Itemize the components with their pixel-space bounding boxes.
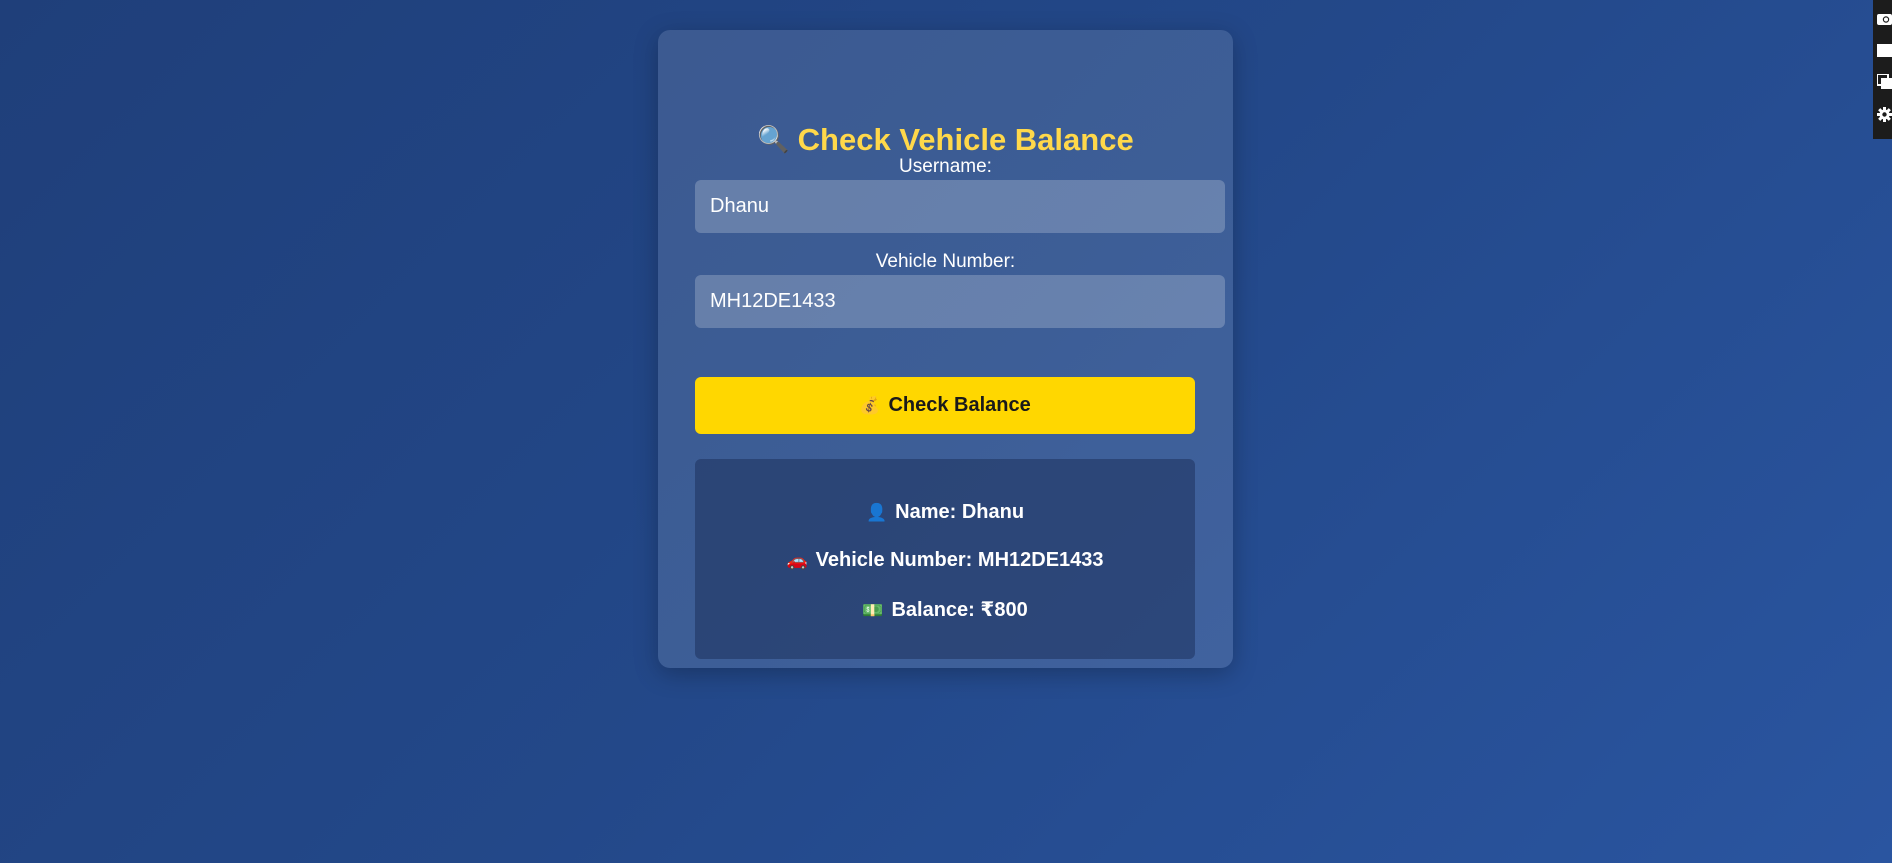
check-balance-label: Check Balance	[888, 394, 1031, 416]
result-balance-value: ₹800	[980, 599, 1028, 621]
page-title-text: Check Vehicle Balance	[797, 122, 1134, 157]
gear-icon[interactable]	[1877, 107, 1892, 122]
balance-card: 🔍Check Vehicle Balance Username: Vehicle…	[658, 30, 1233, 668]
result-vehicle-value: MH12DE1433	[977, 549, 1104, 571]
check-balance-button[interactable]: 💰 Check Balance	[695, 377, 1195, 434]
result-panel: 👤 Name: Dhanu 🚗 Vehicle Number: MH12DE1433…	[695, 459, 1195, 659]
username-label: Username:	[899, 156, 992, 177]
result-name-label: Name:	[895, 501, 957, 523]
vehicle-number-input[interactable]	[695, 275, 1225, 328]
copy-icon[interactable]	[1877, 74, 1892, 89]
result-balance-row: 💵 Balance: ₹800	[695, 597, 1195, 622]
banknote-icon: 💵	[862, 601, 884, 620]
result-vehicle-label: Vehicle Number:	[815, 549, 973, 571]
result-vehicle-row: 🚗 Vehicle Number: MH12DE1433	[695, 549, 1195, 572]
result-name-value: Dhanu	[961, 501, 1025, 523]
magnifier-icon: 🔍	[757, 124, 790, 154]
side-toolbar	[1873, 0, 1892, 139]
user-icon: 👤	[865, 503, 888, 522]
camera-icon[interactable]	[1877, 11, 1892, 26]
page-title: 🔍 Check Vehicle Balance	[658, 122, 1233, 158]
vehicle-number-label: Vehicle Number:	[875, 251, 1016, 272]
username-input[interactable]	[695, 180, 1225, 233]
square-icon[interactable]	[1877, 43, 1892, 58]
result-balance-label: Balance:	[891, 599, 975, 621]
result-name-row: 👤 Name: Dhanu	[695, 501, 1195, 524]
car-icon: 🚗	[786, 551, 808, 570]
money-bag-icon: 💰	[859, 395, 881, 415]
